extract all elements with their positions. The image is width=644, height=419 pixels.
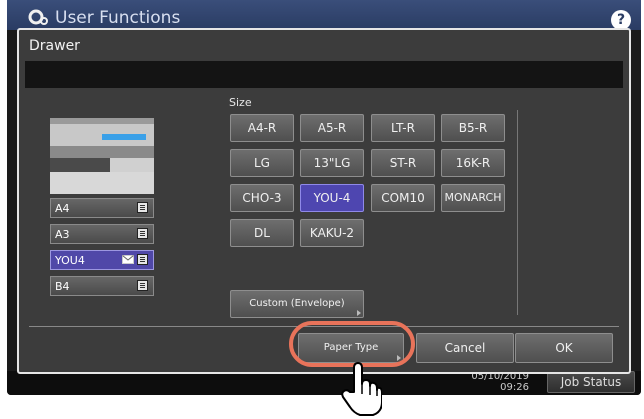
size-button-a5r[interactable]: A5-R [300, 114, 364, 142]
dialog-title: Drawer [29, 38, 80, 54]
list-icon [137, 280, 148, 291]
status-bar: 05/10/2019 09:26 Job Status [7, 371, 641, 395]
gear-icon [28, 9, 48, 25]
list-icon [137, 254, 148, 265]
drawer-label: B4 [55, 280, 70, 293]
size-button-b5r[interactable]: B5-R [441, 114, 505, 142]
datetime: 05/10/2019 09:26 [459, 371, 529, 393]
size-label: Size [229, 96, 252, 109]
drawer-label: A3 [55, 228, 70, 241]
drawer-label: YOU4 [55, 254, 85, 267]
divider [517, 110, 518, 315]
list-icon [137, 202, 148, 213]
size-button-a4r[interactable]: A4-R [230, 114, 294, 142]
printer-illustration [50, 118, 154, 194]
drawer-label: A4 [55, 202, 70, 215]
drawer-item-1[interactable]: A4 [50, 198, 154, 218]
cancel-button[interactable]: Cancel [416, 333, 514, 363]
page-title: User Functions [55, 8, 181, 28]
custom-envelope-label: Custom (Envelope) [249, 298, 345, 309]
size-button-13lg[interactable]: 13"LG [300, 149, 364, 177]
size-button-kaku2[interactable]: KAKU-2 [300, 219, 364, 247]
envelope-icon [122, 255, 134, 264]
size-button-dl[interactable]: DL [230, 219, 294, 247]
size-button-str[interactable]: ST-R [371, 149, 435, 177]
time-text: 09:26 [500, 382, 529, 393]
drawer-item-4[interactable]: B4 [50, 276, 154, 296]
submenu-arrow-icon [357, 310, 361, 316]
size-button-monarch[interactable]: MONARCH [441, 184, 505, 212]
help-button[interactable]: ? [611, 10, 631, 30]
ok-button[interactable]: OK [515, 333, 613, 363]
size-button-lg[interactable]: LG [230, 149, 294, 177]
size-button-you4[interactable]: YOU-4 [300, 184, 364, 212]
drawer-item-2[interactable]: A3 [50, 224, 154, 244]
size-button-com10[interactable]: COM10 [371, 184, 435, 212]
size-button-cho3[interactable]: CHO-3 [230, 184, 294, 212]
size-button-ltr[interactable]: LT-R [371, 114, 435, 142]
header-bar: User Functions ? [7, 0, 641, 30]
job-status-button[interactable]: Job Status [547, 371, 635, 393]
hand-pointer-icon [341, 362, 382, 416]
size-button-16kr[interactable]: 16K-R [441, 149, 505, 177]
drawer-item-3[interactable]: YOU4 [50, 250, 154, 270]
message-bar [25, 61, 623, 88]
highlight-ring [289, 321, 415, 367]
list-icon [137, 228, 148, 239]
custom-envelope-button[interactable]: Custom (Envelope) [230, 290, 364, 318]
